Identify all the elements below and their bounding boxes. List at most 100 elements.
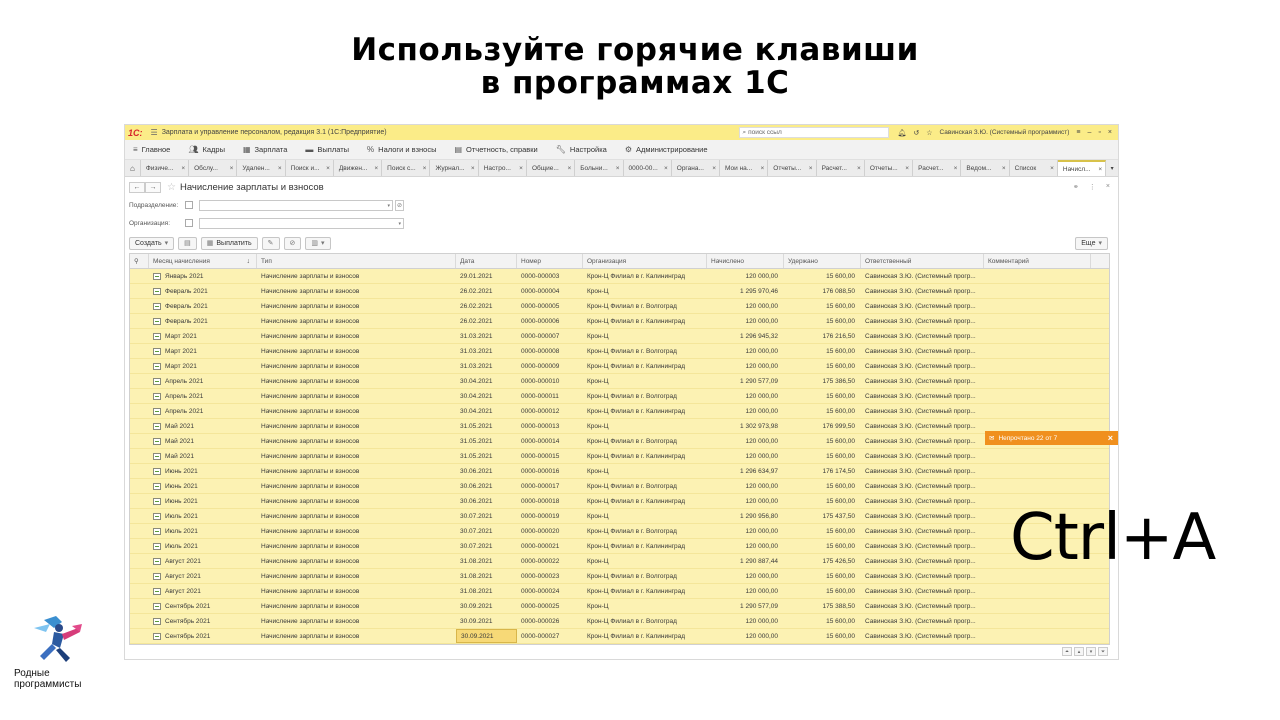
minimize-icon[interactable]: – bbox=[1088, 129, 1092, 136]
column-header[interactable]: Ответственный bbox=[861, 254, 984, 268]
notification-close-icon[interactable]: × bbox=[1108, 433, 1113, 443]
tab-close-icon[interactable]: × bbox=[1002, 165, 1006, 172]
table-row[interactable]: Апрель 2021 Начисление зарплаты и взносов… bbox=[130, 374, 1109, 389]
table-row[interactable]: Февраль 2021 Начисление зарплаты и взносо… bbox=[130, 314, 1109, 329]
tab-close-icon[interactable]: × bbox=[278, 165, 282, 172]
tab-close-icon[interactable]: × bbox=[181, 165, 185, 172]
column-header[interactable]: Начислено bbox=[707, 254, 784, 268]
table-row[interactable]: Сентябрь 2021 Начисление зарплаты и взнос… bbox=[130, 629, 1109, 644]
filter-org-checkbox[interactable] bbox=[185, 219, 193, 227]
table-row[interactable]: Январь 2021 Начисление зарплаты и взносов… bbox=[130, 269, 1109, 284]
tabs-more-icon[interactable]: ▾ bbox=[1106, 160, 1118, 176]
tab-item[interactable]: Список × bbox=[1010, 160, 1058, 176]
back-button[interactable]: ← bbox=[129, 181, 145, 193]
tab-close-icon[interactable]: × bbox=[857, 165, 861, 172]
post-button[interactable]: ✎ bbox=[261, 236, 280, 250]
table-row[interactable]: Март 2021 Начисление зарплаты и взносов 31… bbox=[130, 359, 1109, 374]
tab-item[interactable]: Отчеты... × bbox=[865, 160, 914, 176]
filter-subdivision-field[interactable]: ▾ bbox=[199, 199, 393, 211]
attach-button[interactable]: ⊘ bbox=[283, 236, 302, 250]
tab-item[interactable]: Общие... × bbox=[527, 160, 576, 176]
menu-icon[interactable]: ☰ bbox=[151, 128, 158, 137]
table-row[interactable]: Август 2021 Начисление зарплаты и взносов… bbox=[130, 569, 1109, 584]
section-report[interactable]: ▤ Отчетность, справки bbox=[454, 145, 537, 154]
tab-close-icon[interactable]: × bbox=[471, 165, 475, 172]
tab-close-icon[interactable]: × bbox=[230, 165, 234, 172]
table-row[interactable]: Август 2021 Начисление зарплаты и взносов… bbox=[130, 584, 1109, 599]
scroll-last-icon[interactable]: ⏷ bbox=[1098, 647, 1108, 656]
favorite-star-icon[interactable]: ☆ bbox=[167, 182, 176, 193]
tab-item[interactable]: Расчет... × bbox=[817, 160, 865, 176]
section-gear[interactable]: ⚙ Администрирование bbox=[625, 145, 708, 154]
notification-badge[interactable]: ✉ Непрочтано 22 от 7 × bbox=[985, 431, 1118, 445]
tab-item[interactable]: Органа... × bbox=[672, 160, 721, 176]
documents-table[interactable]: ⚲ Месяц начисления ↓ Тип Дата Номер Организаци… bbox=[129, 253, 1110, 645]
tab-item[interactable]: Поиск и... × bbox=[286, 160, 334, 176]
tab-close-icon[interactable]: × bbox=[954, 165, 958, 172]
tab-close-icon[interactable]: × bbox=[1098, 166, 1102, 173]
table-row[interactable]: Июль 2021 Начисление зарплаты и взносов 30… bbox=[130, 509, 1109, 524]
table-row[interactable]: Июль 2021 Начисление зарплаты и взносов 30… bbox=[130, 524, 1109, 539]
more-vertical-icon[interactable]: ⋮ bbox=[1089, 183, 1096, 191]
column-header[interactable]: Организация bbox=[583, 254, 707, 268]
table-row[interactable]: Март 2021 Начисление зарплаты и взносов 31… bbox=[130, 329, 1109, 344]
tab-item[interactable]: Мои на... × bbox=[720, 160, 769, 176]
section-wrench[interactable]: 🔧︎ Настройка bbox=[556, 145, 607, 154]
star-icon[interactable]: ☆ bbox=[926, 129, 932, 137]
bell-icon[interactable]: 🔔︎ bbox=[897, 129, 906, 137]
tab-close-icon[interactable]: × bbox=[761, 165, 765, 172]
section-people[interactable]: 👥︎ Кадры bbox=[188, 145, 225, 154]
user-name[interactable]: Савинская З.Ю. (Системный программист) bbox=[940, 129, 1070, 136]
table-row[interactable]: Май 2021 Начисление зарплаты и взносов 31.… bbox=[130, 419, 1109, 434]
tab-close-icon[interactable]: × bbox=[1050, 165, 1054, 172]
scroll-up-icon[interactable]: ▴ bbox=[1074, 647, 1084, 656]
column-header[interactable]: Месяц начисления ↓ bbox=[149, 254, 257, 268]
table-row[interactable]: Июнь 2021 Начисление зарплаты и взносов 30… bbox=[130, 494, 1109, 509]
tab-close-icon[interactable]: × bbox=[423, 165, 427, 172]
pay-button[interactable]: ▦ Выплатить bbox=[200, 236, 258, 250]
tab-item[interactable]: 0000-00... × bbox=[624, 160, 672, 176]
chevron-down-icon[interactable]: ▾ bbox=[387, 201, 390, 211]
tab-close-icon[interactable]: × bbox=[567, 165, 571, 172]
tab-close-icon[interactable]: × bbox=[809, 165, 813, 172]
tab-item[interactable]: Обслу... × bbox=[189, 160, 238, 176]
tab-close-icon[interactable]: × bbox=[519, 165, 523, 172]
tab-item[interactable]: Физиче... × bbox=[141, 160, 190, 176]
section-wallet[interactable]: ▬ Выплаты bbox=[305, 145, 349, 154]
column-header[interactable]: Удержано bbox=[784, 254, 861, 268]
forward-button[interactable]: → bbox=[145, 181, 161, 193]
link-icon[interactable]: ⚭ bbox=[1073, 183, 1079, 191]
tab-item[interactable]: Начисл... × bbox=[1057, 160, 1107, 176]
table-row[interactable]: Апрель 2021 Начисление зарплаты и взносов… bbox=[130, 389, 1109, 404]
tab-close-icon[interactable]: × bbox=[664, 165, 668, 172]
copy-button[interactable]: ▤ bbox=[178, 236, 197, 250]
filter-org-field[interactable]: ▾ bbox=[199, 217, 404, 229]
section-calculator[interactable]: ▦ Зарплата bbox=[243, 145, 287, 154]
scroll-down-icon[interactable]: ▾ bbox=[1086, 647, 1096, 656]
tab-close-icon[interactable]: × bbox=[374, 165, 378, 172]
print-button[interactable]: ▥ ▾ bbox=[305, 236, 331, 250]
history-icon[interactable]: ↺ bbox=[913, 129, 919, 137]
chevron-down-icon[interactable]: ▾ bbox=[398, 219, 401, 229]
table-row[interactable]: Май 2021 Начисление зарплаты и взносов 31.… bbox=[130, 434, 1109, 449]
maximize-icon[interactable]: ▫ bbox=[1098, 129, 1100, 136]
column-header[interactable]: Дата bbox=[456, 254, 517, 268]
section-menu[interactable]: ≡ Главное bbox=[133, 145, 170, 154]
tab-close-icon[interactable]: × bbox=[326, 165, 330, 172]
table-row[interactable]: Июнь 2021 Начисление зарплаты и взносов 30… bbox=[130, 464, 1109, 479]
tab-item[interactable]: Удален... × bbox=[237, 160, 286, 176]
table-row[interactable]: Июнь 2021 Начисление зарплаты и взносов 30… bbox=[130, 479, 1109, 494]
table-row[interactable]: Февраль 2021 Начисление зарплаты и взносо… bbox=[130, 284, 1109, 299]
table-row[interactable]: Апрель 2021 Начисление зарплаты и взносов… bbox=[130, 404, 1109, 419]
column-header[interactable]: Номер bbox=[517, 254, 583, 268]
tab-close-icon[interactable]: × bbox=[616, 165, 620, 172]
tab-item[interactable]: Ведом... × bbox=[961, 160, 1010, 176]
table-row[interactable]: Июль 2021 Начисление зарплаты и взносов 30… bbox=[130, 539, 1109, 554]
tab-close-icon[interactable]: × bbox=[905, 165, 909, 172]
open-link-icon[interactable]: ⊘ bbox=[395, 199, 404, 211]
column-header[interactable]: Тип bbox=[257, 254, 456, 268]
tab-item[interactable]: Отчеты... × bbox=[768, 160, 817, 176]
table-row[interactable]: Сентябрь 2021 Начисление зарплаты и взнос… bbox=[130, 599, 1109, 614]
table-row[interactable]: Май 2021 Начисление зарплаты и взносов 31.… bbox=[130, 449, 1109, 464]
home-icon[interactable]: ⌂ bbox=[125, 160, 141, 176]
